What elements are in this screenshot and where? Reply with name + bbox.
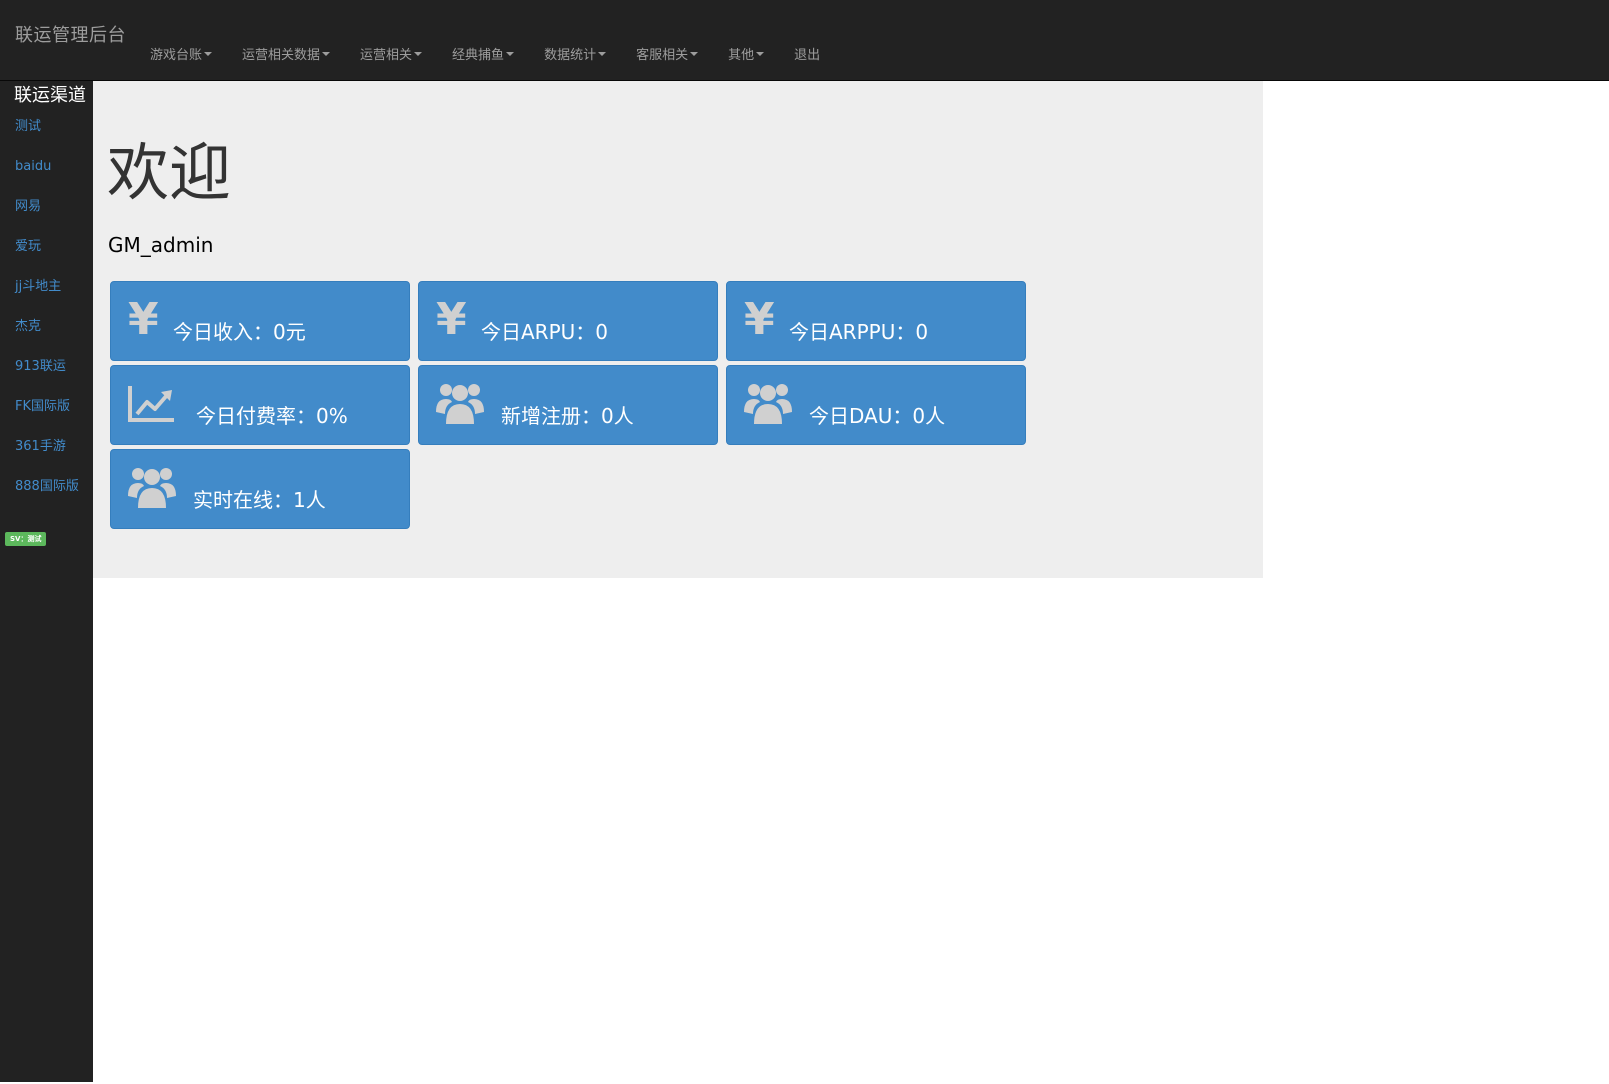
stat-label: 今日ARPPU：0: [789, 320, 929, 344]
sidebar-item-netease[interactable]: 网易: [0, 197, 93, 237]
stat-card-today-revenue[interactable]: ¥ 今日收入：0元: [110, 281, 410, 361]
nav-item-other[interactable]: 其他: [717, 44, 775, 63]
stat-card-today-arpu[interactable]: ¥ 今日ARPU：0: [418, 281, 718, 361]
sidebar-item-fk-intl[interactable]: FK国际版: [0, 397, 93, 437]
brand-title[interactable]: 联运管理后台: [15, 21, 126, 47]
stat-card-realtime-online[interactable]: 实时在线：1人: [110, 449, 410, 529]
sidebar-item-361[interactable]: 361手游: [0, 437, 93, 477]
welcome-panel: 欢迎 GM_admin ¥ 今日收入：0元 ¥ 今日ARPU：0 ¥ 今日ARP…: [93, 81, 1263, 578]
nav-item-game-ledger[interactable]: 游戏台账: [139, 44, 223, 63]
sidebar-item-jack[interactable]: 杰克: [0, 317, 93, 357]
users-icon: [436, 384, 484, 424]
nav-item-logout[interactable]: 退出: [783, 44, 831, 63]
nav-item-operations-data[interactable]: 运营相关数据: [231, 44, 341, 63]
stat-card-pay-rate[interactable]: 今日付费率：0%: [110, 365, 410, 445]
nav-item-customer-service[interactable]: 客服相关: [625, 44, 709, 63]
line-chart-icon: [128, 386, 174, 422]
yen-icon: ¥: [128, 294, 159, 345]
caret-down-icon: [598, 51, 607, 56]
nav-item-operations[interactable]: 运营相关: [349, 44, 433, 63]
users-icon: [128, 468, 176, 508]
caret-down-icon: [322, 51, 331, 56]
stat-card-today-dau[interactable]: 今日DAU：0人: [726, 365, 1026, 445]
stat-label: 今日DAU：0人: [809, 404, 946, 428]
username: GM_admin: [108, 233, 214, 257]
sidebar-item-jj-doudizhu[interactable]: jj斗地主: [0, 277, 93, 317]
top-navbar: 联运管理后台 游戏台账 运营相关数据 运营相关 经典捕鱼 数据统计 客服相关 其…: [0, 0, 1609, 81]
sidebar-item-baidu[interactable]: baidu: [0, 157, 93, 197]
main-nav: 游戏台账 运营相关数据 运营相关 经典捕鱼 数据统计 客服相关 其他 退出: [139, 44, 839, 63]
stat-label: 今日ARPU：0: [481, 320, 609, 344]
stat-label: 新增注册：0人: [501, 404, 634, 428]
sidebar: 联运渠道 测试 baidu 网易 爱玩 jj斗地主 杰克 913联运 FK国际版…: [0, 81, 93, 1082]
users-icon: [744, 384, 792, 424]
sidebar-item-test[interactable]: 测试: [0, 117, 93, 157]
page-title: 欢迎: [107, 136, 232, 209]
sidebar-item-913[interactable]: 913联运: [0, 357, 93, 397]
nav-item-statistics[interactable]: 数据统计: [533, 44, 617, 63]
nav-item-classic-fishing[interactable]: 经典捕鱼: [441, 44, 525, 63]
stat-label: 今日收入：0元: [173, 320, 306, 344]
stat-card-today-arppu[interactable]: ¥ 今日ARPPU：0: [726, 281, 1026, 361]
caret-down-icon: [414, 51, 423, 56]
caret-down-icon: [506, 51, 515, 56]
sidebar-title: 联运渠道: [14, 85, 86, 106]
stat-card-new-registrations[interactable]: 新增注册：0人: [418, 365, 718, 445]
stat-label: 实时在线：1人: [193, 488, 326, 512]
caret-down-icon: [756, 51, 765, 56]
stat-label: 今日付费率：0%: [196, 404, 348, 428]
yen-icon: ¥: [436, 294, 467, 345]
caret-down-icon: [204, 51, 213, 56]
sidebar-item-888-intl[interactable]: 888国际版: [0, 477, 93, 523]
sidebar-item-aiwan[interactable]: 爱玩: [0, 237, 93, 277]
caret-down-icon: [690, 51, 699, 56]
channel-list: 测试 baidu 网易 爱玩 jj斗地主 杰克 913联运 FK国际版 361手…: [0, 117, 93, 523]
yen-icon: ¥: [744, 294, 775, 345]
version-badge: SV：测试: [5, 532, 47, 546]
